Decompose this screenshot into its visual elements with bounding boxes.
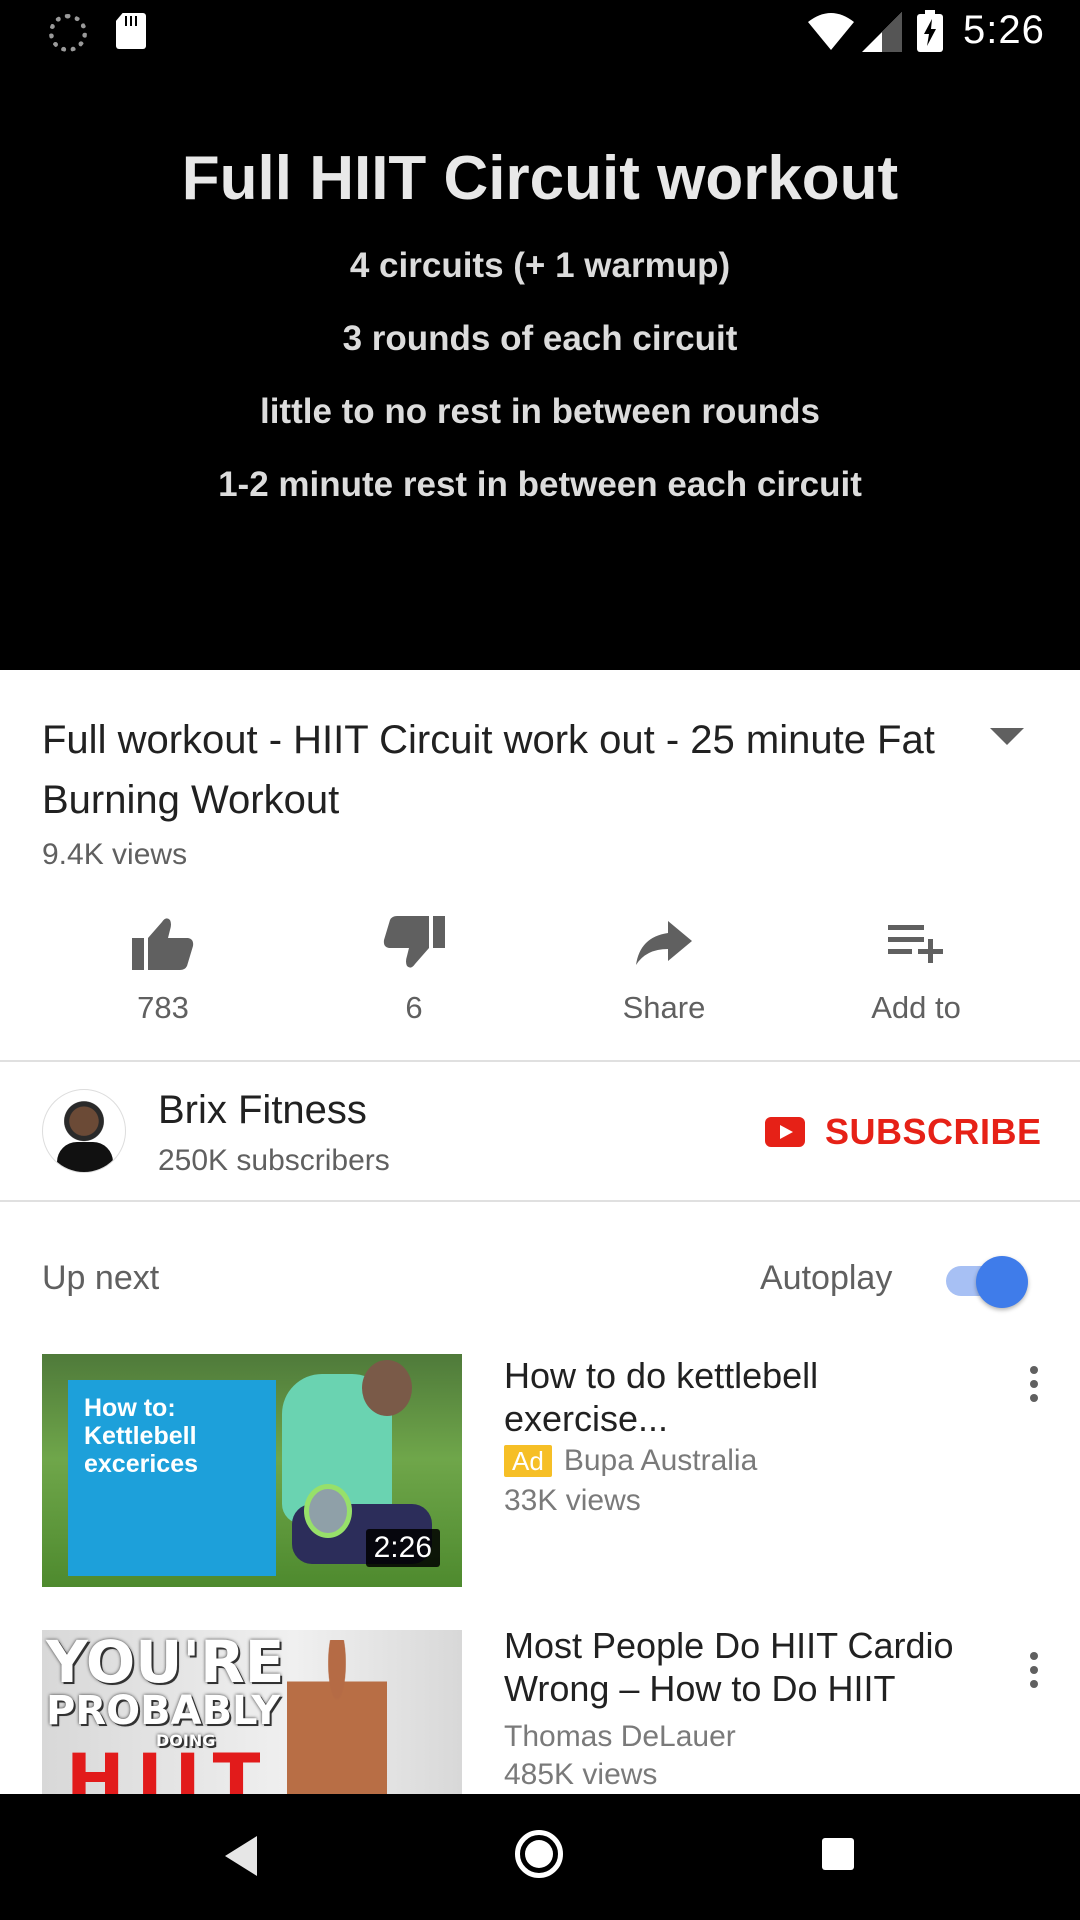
youtube-logo-icon (765, 1117, 805, 1147)
loading-icon (49, 14, 87, 52)
thumbnail-figure (362, 1360, 412, 1416)
thumbs-down-icon (314, 908, 514, 978)
video-frame-line: 3 rounds of each circuit (342, 319, 738, 358)
video-thumbnail[interactable]: How to: Kettlebell excerices 2:26 (42, 1354, 462, 1587)
view-count: 33K views (504, 1484, 641, 1517)
video-duration: 2:26 (365, 1529, 440, 1567)
autoplay-label: Autoplay (760, 1259, 893, 1297)
action-bar: 783 6 Share Add to (0, 908, 1080, 1038)
subscribe-label: SUBSCRIBE (825, 1111, 1042, 1152)
playlist-add-icon (816, 908, 1016, 978)
battery-charging-icon (917, 10, 943, 52)
thumbnail-caption-line: Kettlebell (84, 1422, 197, 1450)
like-count: 783 (137, 990, 189, 1025)
recent-apps-icon[interactable] (822, 1838, 854, 1870)
subscriber-count: 250K subscribers (158, 1144, 390, 1177)
dislike-button[interactable]: 6 (314, 908, 514, 1038)
thumbnail-caption: How to: Kettlebell excerices (68, 1380, 276, 1576)
more-options-icon[interactable] (1024, 1366, 1044, 1410)
thumbnail-caption-line: excerices (84, 1450, 199, 1478)
video-title[interactable]: How to do kettlebell exercise... (504, 1354, 984, 1440)
divider (0, 1200, 1080, 1202)
thumbnail-figure (287, 1640, 387, 1794)
navigation-bar (0, 1794, 1080, 1920)
up-next-label: Up next (42, 1259, 160, 1297)
channel-avatar[interactable] (42, 1089, 126, 1173)
channel-line: Ad Bupa Australia (504, 1444, 757, 1478)
video-player[interactable]: Full HIIT Circuit workout 4 circuits (+ … (0, 63, 1080, 670)
autoplay-toggle[interactable] (946, 1256, 1028, 1308)
channel-name: Bupa Australia (563, 1444, 758, 1477)
share-icon (564, 908, 764, 978)
list-item[interactable]: How to: Kettlebell excerices 2:26 How to… (0, 1354, 1080, 1594)
ad-badge: Ad (504, 1445, 552, 1477)
kettlebell-graphic (304, 1484, 352, 1538)
like-button[interactable]: 783 (63, 908, 263, 1038)
video-title[interactable]: Most People Do HIIT Cardio Wrong – How t… (504, 1630, 984, 1710)
sd-card-icon (116, 13, 146, 49)
thumbnail-caption-line: YOU'RE (46, 1630, 285, 1696)
share-label: Share (622, 990, 706, 1025)
thumbnail-caption: YOU'RE PROBABLY DOING HIIT (46, 1630, 285, 1794)
back-icon[interactable] (225, 1836, 257, 1876)
share-button[interactable]: Share (564, 908, 764, 1038)
toggle-thumb (976, 1256, 1028, 1308)
cell-signal-icon (862, 12, 902, 52)
channel-name: Thomas DeLauer (504, 1720, 736, 1753)
add-to-button[interactable]: Add to (816, 908, 1016, 1038)
subscribe-button[interactable]: SUBSCRIBE (765, 1108, 1042, 1156)
clock: 5:26 (963, 8, 1045, 52)
thumbs-up-icon (63, 908, 263, 978)
view-count: 9.4K views (42, 838, 188, 871)
video-frame-line: little to no rest in between rounds (259, 392, 821, 431)
video-frame-line: 1-2 minute rest in between each circuit (218, 465, 862, 504)
list-item[interactable]: YOU'RE PROBABLY DOING HIIT Most People D… (0, 1630, 1080, 1794)
add-to-label: Add to (871, 990, 961, 1025)
divider (0, 1060, 1080, 1062)
channel-name[interactable]: Brix Fitness (158, 1088, 367, 1133)
home-icon[interactable] (515, 1830, 563, 1878)
expand-description-icon[interactable] (990, 728, 1024, 745)
more-options-icon[interactable] (1024, 1652, 1044, 1696)
video-frame-title: Full HIIT Circuit workout (181, 144, 899, 213)
thumbnail-caption-line: PROBABLY (46, 1688, 281, 1734)
thumbnail-caption-line: How to: (84, 1394, 176, 1422)
dislike-count: 6 (405, 990, 423, 1025)
status-bar: 5:26 (0, 0, 1080, 63)
video-thumbnail[interactable]: YOU'RE PROBABLY DOING HIIT (42, 1630, 462, 1794)
view-count: 485K views (504, 1758, 658, 1791)
thumbnail-caption-line: HIIT (66, 1739, 273, 1794)
video-title: Full workout - HIIT Circuit work out - 2… (42, 718, 935, 822)
video-frame-line: 4 circuits (+ 1 warmup) (349, 246, 731, 285)
